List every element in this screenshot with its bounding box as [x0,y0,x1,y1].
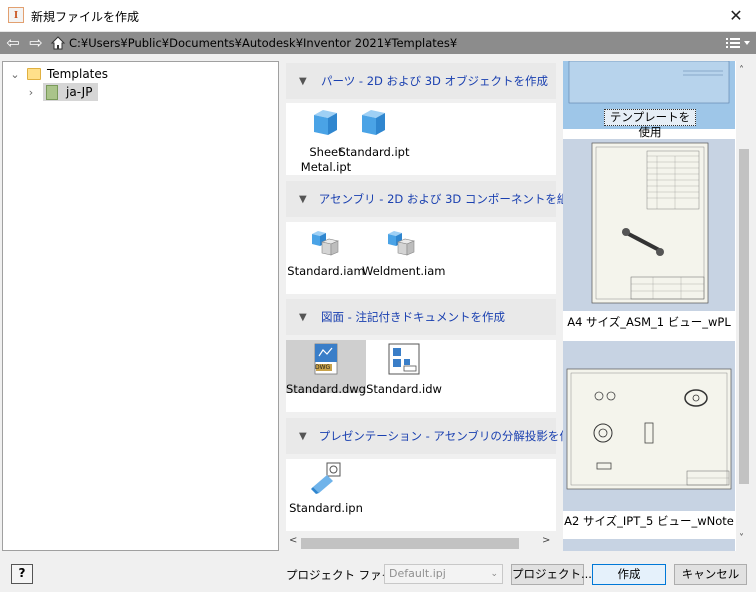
cancel-button[interactable]: キャンセル [674,564,747,585]
project-button[interactable]: プロジェクト... [511,564,592,585]
scrollbar-thumb[interactable] [739,149,749,484]
title-bar: I 新規ファイルを作成 ✕ [0,0,756,32]
dwg-badge: DWG [315,364,331,371]
template-list: ▼ パーツ - 2D および 3D オブジェクトを作成 Sheet Metal.i… [286,61,591,551]
category-label: パーツ - 2D および 3D オブジェクトを作成 [321,74,549,88]
chevron-down-icon: ⌄ [490,569,498,579]
project-file-select[interactable]: Default.ipj ⌄ [384,564,503,584]
template-standard-idw[interactable]: Standard.idw [364,342,444,397]
home-icon[interactable] [50,35,66,51]
collapse-triangle-icon[interactable]: ▼ [299,194,307,205]
category-body-drawing: DWG Standard.dwg Standard.idw [286,340,556,412]
template-standard-iam[interactable]: Standard.iam [286,224,366,279]
drawing-thumbnail [563,139,735,311]
vertical-scrollbar[interactable]: ˄ ˅ [736,61,752,551]
folder-icon [27,68,41,80]
template-label: Standard.iam [287,264,365,278]
use-template-button[interactable]: テンプレートを使用 [604,109,696,139]
template-standard-ipt[interactable]: Standard.ipt [334,105,414,160]
folder-tree: ⌄ Templates › ja-JP [2,61,279,551]
scrollbar-thumb[interactable] [301,538,519,549]
assembly-icon [388,231,415,256]
scroll-right-icon[interactable]: > [542,535,550,546]
category-label: プレゼンテーション - アセンブリの分解投影を作成 [318,429,583,443]
category-header-presentation[interactable]: ▼ プレゼンテーション - アセンブリの分解投影を作成 [286,418,582,454]
category-header-parts[interactable]: ▼ パーツ - 2D および 3D オブジェクトを作成 [286,63,556,99]
preview-caption: A2 サイズ_IPT_5 ビュー_wNote [564,514,734,528]
help-button[interactable]: ? [11,564,33,584]
template-standard-dwg[interactable]: DWG Standard.dwg [286,340,366,396]
collapse-triangle-icon[interactable]: ▼ [299,312,309,323]
presentation-icon [311,462,341,494]
window-title: 新規ファイルを作成 [31,10,140,24]
part-cube-icon [362,110,385,135]
category-body-assembly: Standard.iam Weldment.iam [286,222,556,294]
category-header-drawing[interactable]: ▼ 図面 - 注記付きドキュメントを作成 [286,299,556,335]
tree-item-ja-jp[interactable]: › ja-JP [25,83,99,101]
template-label: Standard.idw [366,382,442,396]
template-label: Standard.dwg [286,382,366,396]
idw-icon [388,343,420,375]
scroll-left-icon[interactable]: < [289,535,297,546]
category-header-assembly[interactable]: ▼ アセンブリ - 2D および 3D コンポーネントを組み立 [286,181,591,217]
collapse-triangle-icon[interactable]: ▼ [299,76,309,87]
selected-highlight: ja-JP [43,83,99,101]
template-preview-card[interactable] [563,341,735,511]
view-options-icon[interactable] [724,35,752,51]
template-weldment-iam[interactable]: Weldment.iam [362,224,446,279]
tree-item-templates[interactable]: ⌄ Templates [9,65,108,83]
preview-caption: A4 サイズ_ASM_1 ビュー_wPL [567,315,731,329]
template-label: Standard.ipn [289,501,363,515]
path-address[interactable]: C:¥Users¥Public¥Documents¥Autodesk¥Inven… [69,36,457,50]
dialog-footer: ? プロジェクト ファイル: Default.ipj ⌄ プロジェクト... 作… [0,556,756,592]
path-bar: ⇦ ⇨ C:¥Users¥Public¥Documents¥Autodesk¥I… [0,32,756,54]
create-button[interactable]: 作成 [592,564,666,585]
drawing-thumbnail [563,341,735,511]
inventor-icon: I [8,7,24,23]
category-body-parts: Sheet Metal.ipt Standard.ipt [286,103,556,175]
back-arrow-icon[interactable]: ⇦ [4,34,22,52]
scroll-up-icon[interactable]: ˄ [739,65,744,76]
page-icon [46,84,58,100]
template-label: Standard.ipt [338,145,410,159]
horizontal-scrollbar[interactable]: < > [286,535,556,551]
template-preview-card[interactable] [563,139,735,311]
chevron-down-icon[interactable]: ⌄ [9,68,21,81]
category-body-presentation: Standard.ipn [286,459,556,531]
project-file-value: Default.ipj [389,567,446,580]
category-label: 図面 - 注記付きドキュメントを作成 [321,310,505,324]
template-standard-ipn[interactable]: Standard.ipn [286,461,366,516]
close-button[interactable]: ✕ [716,0,756,31]
category-label: アセンブリ - 2D および 3D コンポーネントを組み立 [318,192,592,206]
forward-arrow-icon[interactable]: ⇨ [27,34,45,52]
tree-item-label: ja-JP [66,85,93,99]
chevron-right-icon[interactable]: › [25,86,37,99]
assembly-icon [312,231,339,256]
tree-item-label: Templates [47,67,109,81]
collapse-triangle-icon[interactable]: ▼ [299,431,307,442]
preview-card-partial [563,539,735,551]
template-label: Weldment.iam [362,264,446,278]
scroll-down-icon[interactable]: ˅ [739,533,744,544]
